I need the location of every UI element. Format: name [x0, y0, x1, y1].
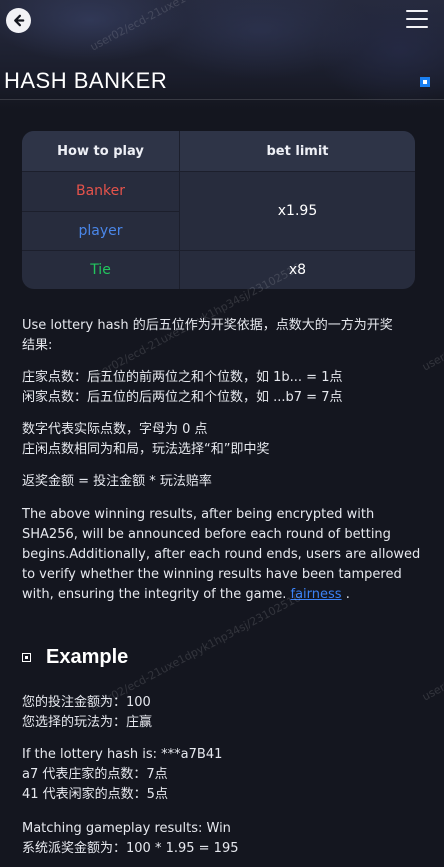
- watermark: user02/e: [420, 339, 444, 374]
- tie-rule: 庄闲点数相同为和局，玩法选择“和”即中奖: [22, 442, 270, 457]
- limit-tie: x8: [288, 261, 307, 278]
- title-divider: [0, 99, 444, 100]
- square-bullet-icon: [22, 653, 31, 662]
- play-banker: Banker: [75, 183, 126, 199]
- digit-rules: 数字代表实际点数，字母为 0 点 庄闲点数相同为和局，玩法选择“和”即中奖: [22, 420, 422, 460]
- example-result-line: Matching gameplay results: Win: [22, 821, 231, 836]
- watermark: user02/e: [420, 669, 444, 704]
- menu-bar: [406, 26, 428, 28]
- hamburger-menu-icon[interactable]: [406, 10, 428, 28]
- title-marker-icon: [420, 77, 430, 87]
- fairness-text: The above winning results, after being e…: [22, 507, 421, 602]
- example-section-heading: Example: [22, 646, 128, 669]
- example-selected-play: 您选择的玩法为：庄赢: [22, 715, 153, 730]
- example-bet-amount: 您的投注金额为：100: [22, 695, 151, 710]
- table-row-divider: [22, 250, 415, 251]
- rules-intro-line: Use lottery hash 的后五位作为开奖依据，点数大的一方为开奖: [22, 318, 393, 333]
- table-row-divider: [22, 211, 179, 212]
- back-button[interactable]: [6, 8, 31, 33]
- back-arrow-icon: [14, 14, 25, 27]
- header-how-to-play: How to play: [22, 131, 179, 171]
- points-rules: 庄家点数：后五位的前两位之和个位数，如 1b... = 1点 闲家点数：后五位的…: [22, 368, 422, 408]
- player-points-rule: 闲家点数：后五位的后两位之和个位数，如 ...b7 = 7点: [22, 390, 343, 405]
- menu-bar: [406, 18, 428, 20]
- example-result: Matching gameplay results: Win 系统派奖金额为：1…: [22, 819, 422, 859]
- play-player: player: [78, 222, 123, 239]
- example-hash-line: If the lottery hash is: ***a7B41: [22, 747, 223, 762]
- table-column-divider: [179, 131, 180, 289]
- table-row-divider: [22, 171, 415, 172]
- limit-banker-player: x1.95: [277, 202, 318, 219]
- rules-intro-line: 结果:: [22, 338, 53, 353]
- example-payout-line: 系统派奖金额为：100 * 1.95 = 195: [22, 841, 239, 856]
- example-heading: Example: [46, 646, 129, 668]
- header-bet-limit: bet limit: [180, 131, 415, 171]
- payout-table: How to play bet limit Banker player Tie …: [22, 131, 415, 289]
- fairness-paragraph: The above winning results, after being e…: [22, 505, 422, 605]
- payout-rule-text: 返奖金额 = 投注金额 * 玩法赔率: [22, 474, 212, 489]
- fairness-link[interactable]: fairness: [291, 587, 342, 602]
- banker-points-rule: 庄家点数：后五位的前两位之和个位数，如 1b... = 1点: [22, 370, 343, 385]
- payout-rule: 返奖金额 = 投注金额 * 玩法赔率: [22, 472, 422, 492]
- example-bet: 您的投注金额为：100 您选择的玩法为：庄赢: [22, 693, 422, 733]
- digit-rule: 数字代表实际点数，字母为 0 点: [22, 422, 208, 437]
- example-player-line: 41 代表闲家的点数：5点: [22, 787, 168, 802]
- menu-bar: [406, 10, 428, 12]
- example-hash: If the lottery hash is: ***a7B41 a7 代表庄家…: [22, 745, 422, 805]
- rules-intro: Use lottery hash 的后五位作为开奖依据，点数大的一方为开奖 结果…: [22, 316, 422, 356]
- page-title: HASH BANKER: [4, 68, 168, 93]
- fairness-end: .: [345, 587, 350, 602]
- example-banker-line: a7 代表庄家的点数：7点: [22, 767, 168, 782]
- play-tie: Tie: [90, 261, 111, 278]
- fairness-text-block: The above winning results, after being e…: [22, 505, 422, 605]
